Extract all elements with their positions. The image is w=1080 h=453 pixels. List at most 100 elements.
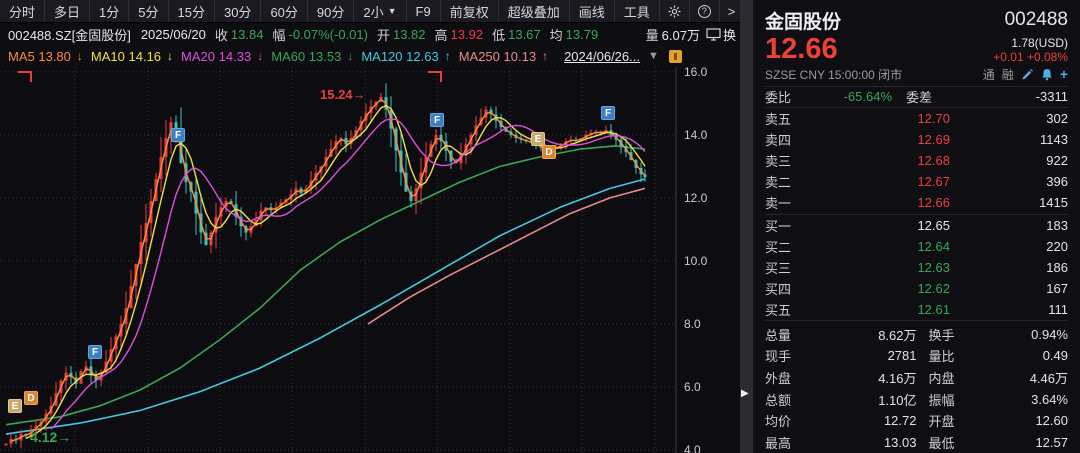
- outer-lots: 4.16万: [821, 368, 917, 387]
- bid-row-4[interactable]: 买四12.62167: [765, 278, 1068, 299]
- y-axis-tick: 16.0: [684, 67, 708, 79]
- bid-price[interactable]: 12.64: [823, 239, 950, 254]
- ma20-value[interactable]: MA20 14.33: [181, 49, 251, 64]
- ask-row-5[interactable]: 卖五12.70302: [765, 108, 1068, 129]
- bid-row-1[interactable]: 买一12.65183: [765, 215, 1068, 236]
- tab-label: 2小: [363, 2, 383, 21]
- ask-price[interactable]: 12.69: [823, 132, 950, 147]
- bid-label: 买二: [765, 237, 823, 256]
- ask-row-2[interactable]: 卖二12.67396: [765, 171, 1068, 192]
- ma250-value[interactable]: MA250 10.13: [459, 49, 536, 64]
- tab-30min[interactable]: 30分: [215, 0, 261, 22]
- ask-price[interactable]: 12.70: [823, 111, 950, 126]
- bid-row-2[interactable]: 买二12.64220: [765, 236, 1068, 257]
- tab-label: 5分: [138, 2, 158, 21]
- candles: [5, 83, 647, 448]
- turnover-toggle[interactable]: 换: [723, 25, 736, 44]
- forward-adjust-button[interactable]: 前复权: [441, 0, 499, 22]
- stat-row-amount: 总额1.10亿振幅3.64%: [765, 388, 1068, 410]
- usd-price: 1.78(USD): [993, 36, 1068, 50]
- tab-label: 90分: [317, 2, 344, 21]
- panel-splitter[interactable]: ▶: [740, 0, 753, 453]
- day-high: 13.03: [821, 435, 917, 450]
- f-signal-marker[interactable]: F: [171, 128, 185, 142]
- ask-row-3[interactable]: 卖三12.68922: [765, 150, 1068, 171]
- stats-section: 总量8.62万换手0.94% 现手2781量比0.49 外盘4.16万内盘4.4…: [765, 320, 1068, 453]
- candlestick-chart[interactable]: 16.014.012.010.08.06.04.0 EDFFFEDF15.24→…: [0, 67, 740, 453]
- tab-timeshare[interactable]: 分时: [0, 0, 45, 22]
- e-signal-marker[interactable]: E: [8, 399, 22, 413]
- f-signal-marker[interactable]: F: [88, 345, 102, 359]
- collapse-arrow-icon[interactable]: ▶: [741, 388, 749, 399]
- super-overlay-button[interactable]: 超级叠加: [499, 0, 570, 22]
- y-axis-tick: 10.0: [684, 254, 708, 268]
- bid-row-5[interactable]: 买五12.61111: [765, 299, 1068, 320]
- ma5-value[interactable]: MA5 13.80: [8, 49, 71, 64]
- f-signal-marker[interactable]: F: [601, 106, 615, 120]
- ask-row-1[interactable]: 卖一12.661415: [765, 192, 1068, 213]
- bid-volume: 220: [950, 239, 1068, 254]
- bid-row-3[interactable]: 买三12.63186: [765, 257, 1068, 278]
- e-signal-marker[interactable]: E: [531, 132, 545, 146]
- f-signal-marker[interactable]: F: [430, 113, 444, 127]
- quote-info-bar: 002488.SZ[金固股份] 2025/06/20 收13.84 幅-0.07…: [0, 23, 740, 45]
- chevron-down-icon[interactable]: ▼: [648, 50, 659, 62]
- tab-1min[interactable]: 1分: [90, 0, 129, 22]
- draw-line-button[interactable]: 画线: [570, 0, 615, 22]
- bid-price[interactable]: 12.63: [823, 260, 950, 275]
- chevron-down-icon[interactable]: ▼: [388, 6, 397, 16]
- tools-button[interactable]: 工具: [615, 0, 660, 22]
- margin-tag-tong[interactable]: 通: [983, 66, 995, 83]
- field-label: 均: [550, 25, 563, 44]
- chevron-right-icon: >: [728, 4, 736, 19]
- margin-tag-rong[interactable]: 融: [1002, 66, 1014, 83]
- quote-date-label: 2025/06/20: [141, 27, 206, 42]
- ask-price[interactable]: 12.68: [823, 153, 950, 168]
- tab-15min[interactable]: 15分: [169, 0, 215, 22]
- volume-ratio: 0.49: [973, 348, 1069, 363]
- tab-multiday[interactable]: 多日: [45, 0, 90, 22]
- tab-60min[interactable]: 60分: [261, 0, 307, 22]
- ask-price[interactable]: 12.67: [823, 174, 950, 189]
- button-label: 画线: [579, 2, 605, 21]
- ma120-value[interactable]: MA120 12.63: [361, 49, 438, 64]
- weibi-value: -65.64%: [823, 89, 892, 104]
- tab-90min[interactable]: 90分: [308, 0, 354, 22]
- stock-symbol-label[interactable]: 002488.SZ[金固股份]: [8, 25, 131, 44]
- y-axis-tick: 4.0: [684, 443, 701, 453]
- tab-label: 60分: [270, 2, 297, 21]
- d-signal-marker[interactable]: D: [24, 391, 38, 405]
- f9-button[interactable]: F9: [407, 0, 441, 22]
- monitor-icon[interactable]: [706, 28, 721, 41]
- bid-price[interactable]: 12.65: [823, 218, 950, 233]
- pencil-icon[interactable]: [1021, 68, 1034, 81]
- ma60-value[interactable]: MA60 13.53: [271, 49, 341, 64]
- tab-5min[interactable]: 5分: [129, 0, 168, 22]
- ma-line-ma20: [51, 119, 645, 429]
- ask-price[interactable]: 12.66: [823, 195, 950, 210]
- settings-button[interactable]: [660, 0, 690, 22]
- help-button[interactable]: ?: [690, 0, 720, 22]
- flag-badge-icon[interactable]: [669, 50, 682, 63]
- bid-price[interactable]: 12.62: [823, 281, 950, 296]
- d-signal-marker[interactable]: D: [542, 145, 556, 159]
- tab-2hour[interactable]: 2小 ▼: [354, 0, 406, 22]
- ma10-value[interactable]: MA10 14.16: [91, 49, 161, 64]
- total-volume: 8.62万: [821, 325, 917, 344]
- low-price-annotation: 4.12→: [30, 429, 71, 445]
- high-price-annotation: 15.24→: [320, 87, 366, 102]
- ask-label: 卖一: [765, 193, 823, 212]
- ask-volume: 1415: [950, 195, 1068, 210]
- chart-pane: 分时 多日 1分 5分 15分 30分 60分 90分 2小 ▼ F9 前复权 …: [0, 0, 740, 453]
- add-watchlist-button[interactable]: +: [1060, 66, 1068, 82]
- y-axis-tick: 12.0: [684, 191, 708, 205]
- bell-icon[interactable]: [1041, 68, 1053, 81]
- bid-price[interactable]: 12.61: [823, 302, 950, 317]
- down-arrow-icon: ↓: [257, 49, 263, 63]
- ask-label: 卖四: [765, 130, 823, 149]
- ask-row-4[interactable]: 卖四12.691143: [765, 129, 1068, 150]
- anchor-date-link[interactable]: 2024/06/26...: [564, 49, 640, 64]
- down-arrow-icon: ↓: [167, 49, 173, 63]
- volume-group: 量 6.07万 换: [646, 25, 736, 44]
- bid-volume: 167: [950, 281, 1068, 296]
